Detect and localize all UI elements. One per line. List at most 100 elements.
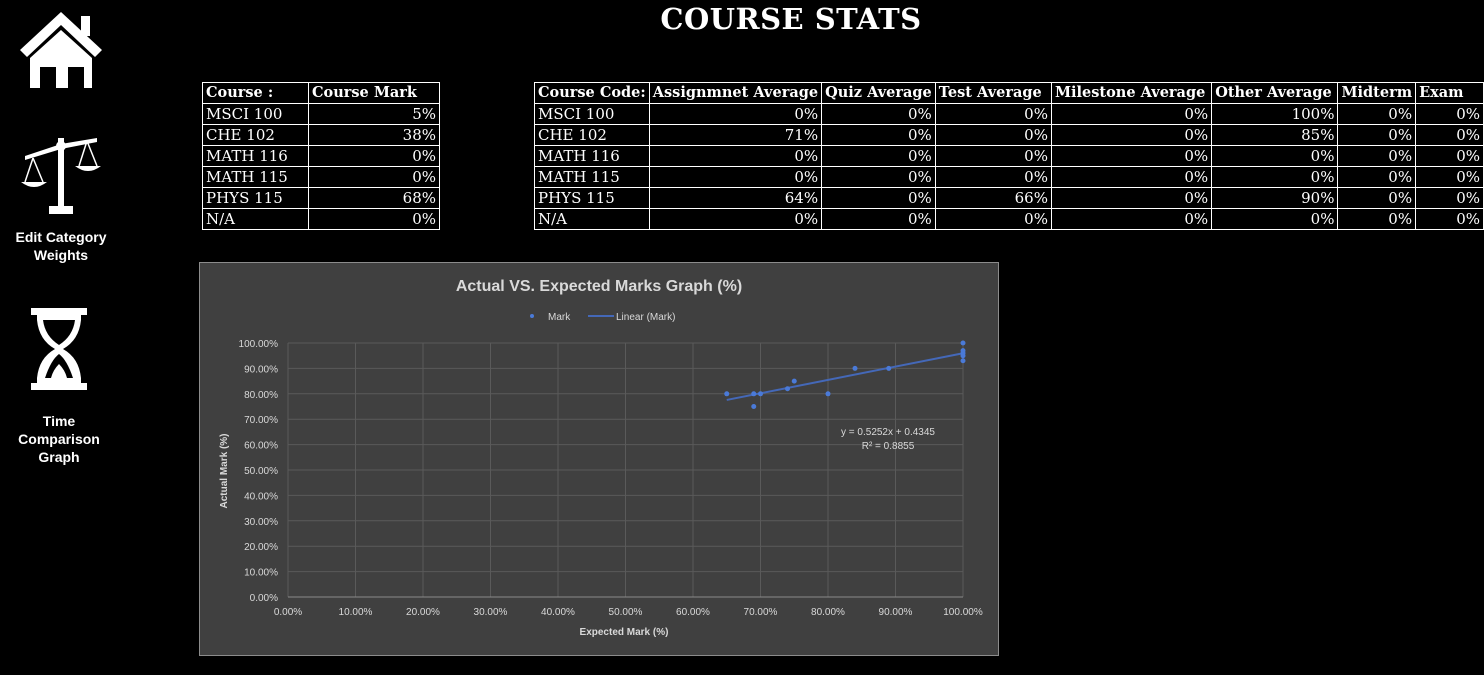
column-header: Test Average [934, 82, 1052, 104]
table-row: MSCI 100 5% [202, 103, 440, 125]
x-tick-label: 50.00% [609, 607, 643, 618]
data-point [758, 391, 763, 397]
column-header: Midterm [1337, 82, 1417, 104]
value-cell: 0% [821, 103, 936, 125]
x-tick-label: 90.00% [879, 607, 913, 618]
y-tick-label: 10.00% [244, 568, 278, 579]
y-tick-label: 0.00% [250, 593, 278, 604]
course-averages-table: Course Code: Assignmnet Average Quiz Avera… [534, 82, 1484, 230]
edit-category-weights-button[interactable]: Edit Category Weights [10, 132, 112, 264]
legend-label-mark: Mark [548, 312, 571, 323]
course-code-cell: CHE 102 [534, 124, 650, 146]
value-cell: 0% [648, 103, 823, 125]
data-point [960, 353, 966, 359]
value-cell: 0% [1050, 166, 1213, 188]
value-cell: 0% [1050, 187, 1213, 209]
value-cell: 0% [934, 124, 1052, 146]
x-tick-label: 20.00% [406, 607, 440, 618]
trendline-equation: y = 0.5252x + 0.4345 [841, 427, 935, 438]
value-cell: 0% [821, 124, 936, 146]
data-point [825, 391, 831, 397]
y-tick-label: 30.00% [244, 517, 278, 528]
value-cell: 0% [1415, 145, 1484, 167]
page-title: COURSE STATS [660, 2, 922, 36]
y-tick-label: 80.00% [244, 390, 278, 401]
value-cell: 0% [1415, 187, 1484, 209]
table-row: N/A 0% 0% 0% 0% 0% 0% 0% [534, 208, 1484, 230]
data-point [960, 340, 966, 346]
y-tick-label: 100.00% [239, 339, 279, 350]
value-cell: 0% [1337, 166, 1417, 188]
table-row: MATH 115 0% 0% 0% 0% 0% 0% 0% [534, 166, 1484, 188]
value-cell: 0% [648, 145, 823, 167]
table-row: MATH 116 0% [202, 145, 440, 167]
value-cell: 0% [1337, 103, 1417, 125]
column-header: Course : [202, 82, 309, 104]
course-code-cell: CHE 102 [202, 124, 309, 146]
value-cell: 0% [1211, 166, 1339, 188]
column-header: Course Mark [308, 82, 440, 104]
data-point [751, 391, 757, 397]
value-cell: 0% [308, 208, 440, 230]
x-axis-label: Expected Mark (%) [580, 627, 669, 638]
x-tick-label: 100.00% [943, 607, 983, 618]
value-cell: 0% [821, 208, 936, 230]
actual-vs-expected-chart: Actual VS. Expected Marks Graph (%) Mark… [199, 262, 999, 656]
course-code-cell: MATH 116 [202, 145, 309, 167]
value-cell: 0% [308, 145, 440, 167]
column-header: Assignmnet Average [648, 82, 823, 104]
table-row: MATH 115 0% [202, 166, 440, 188]
edit-category-weights-label: Edit Category Weights [15, 229, 107, 263]
y-tick-label: 70.00% [244, 415, 278, 426]
value-cell: 0% [1050, 103, 1213, 125]
hourglass-icon [31, 308, 87, 390]
table-row: PHYS 115 68% [202, 187, 440, 209]
x-tick-label: 60.00% [676, 607, 710, 618]
y-tick-label: 90.00% [244, 364, 278, 375]
course-code-cell: PHYS 115 [534, 187, 650, 209]
time-comparison-graph-button[interactable]: Time Comparison Graph [8, 308, 110, 466]
chart-grid [287, 342, 964, 598]
course-code-cell: MSCI 100 [534, 103, 650, 125]
legend-label-linear: Linear (Mark) [616, 312, 675, 323]
value-cell: 0% [1337, 208, 1417, 230]
course-code-cell: MATH 115 [534, 166, 650, 188]
value-cell: 0% [821, 166, 936, 188]
value-cell: 0% [308, 166, 440, 188]
home-icon [20, 12, 102, 88]
x-tick-label: 30.00% [474, 607, 508, 618]
course-code-cell: MATH 115 [202, 166, 309, 188]
home-button[interactable] [18, 10, 104, 90]
column-header: Other Average [1211, 82, 1339, 104]
course-code-cell: MATH 116 [534, 145, 650, 167]
table-row: CHE 102 71% 0% 0% 0% 85% 0% 0% [534, 124, 1484, 146]
value-cell: 0% [1337, 187, 1417, 209]
time-comparison-graph-label: Time Comparison Graph [18, 413, 100, 465]
data-point [751, 404, 757, 409]
data-point [785, 386, 790, 392]
table-row: MATH 116 0% 0% 0% 0% 0% 0% 0% [534, 145, 1484, 167]
value-cell: 0% [934, 208, 1052, 230]
y-tick-label: 60.00% [244, 441, 278, 452]
x-tick-label: 0.00% [274, 607, 302, 618]
course-marks-table: Course : Course Mark MSCI 100 5% CHE 102 38%… [202, 82, 440, 230]
x-tick-label: 40.00% [541, 607, 575, 618]
value-cell: 68% [308, 187, 440, 209]
course-code-cell: PHYS 115 [202, 187, 309, 209]
value-cell: 71% [648, 124, 823, 146]
table-header-row: Course : Course Mark [202, 82, 440, 104]
table-row: PHYS 115 64% 0% 66% 0% 90% 0% 0% [534, 187, 1484, 209]
value-cell: 0% [1415, 208, 1484, 230]
value-cell: 0% [1415, 103, 1484, 125]
column-header: Course Code: [534, 82, 650, 104]
value-cell: 0% [1337, 124, 1417, 146]
y-axis-label: Actual Mark (%) [219, 433, 230, 508]
value-cell: 0% [1415, 124, 1484, 146]
table-row: N/A 0% [202, 208, 440, 230]
course-code-cell: MSCI 100 [202, 103, 309, 125]
value-cell: 0% [1050, 208, 1213, 230]
data-point [960, 358, 966, 364]
chart-canvas: Actual VS. Expected Marks Graph (%) Mark… [219, 278, 983, 638]
value-cell: 100% [1211, 103, 1339, 125]
data-point [852, 365, 858, 371]
